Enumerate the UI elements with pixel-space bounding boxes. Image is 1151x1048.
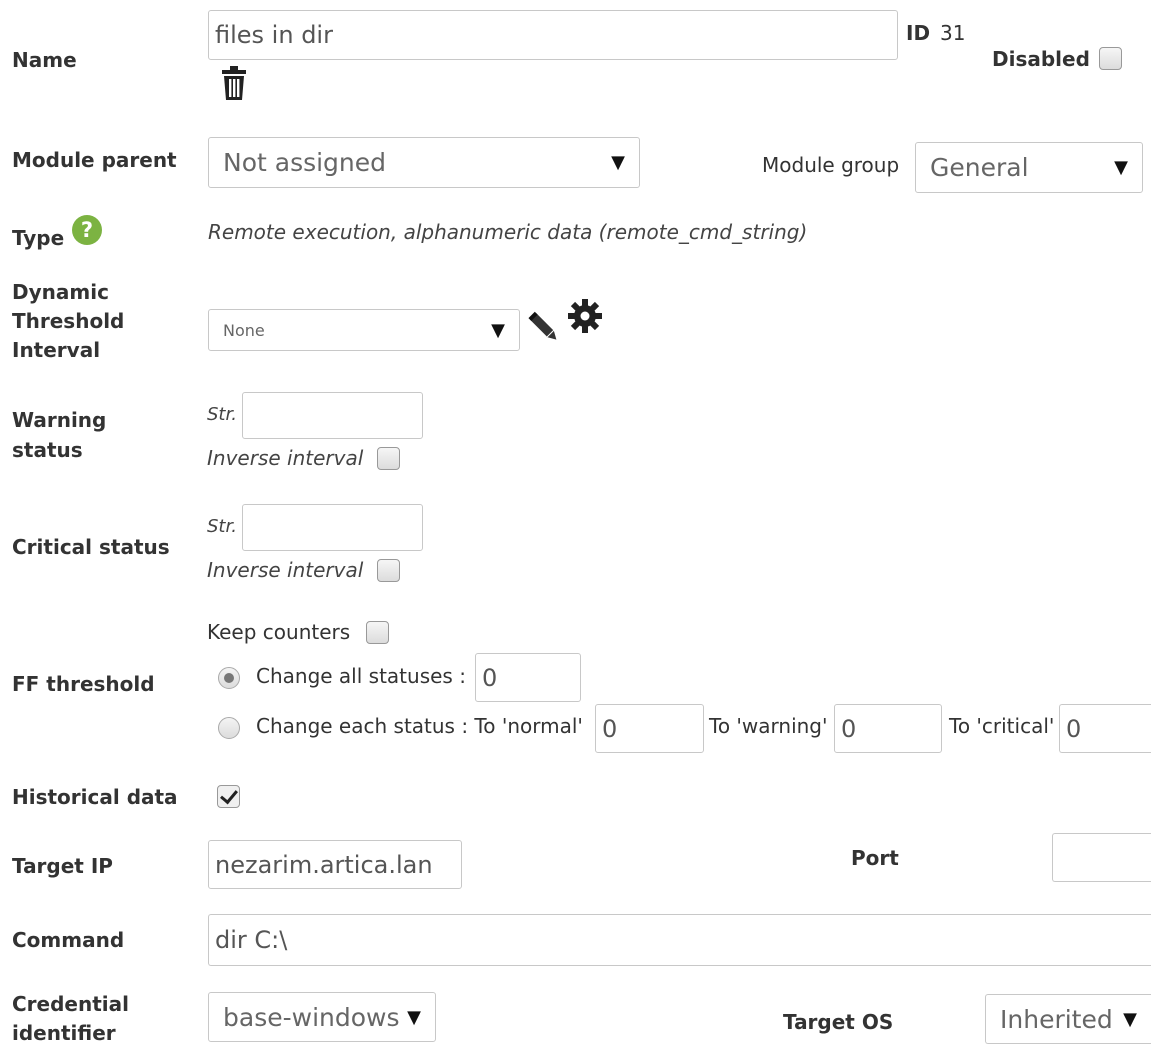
target-os-label: Target OS	[783, 1010, 894, 1034]
dynamic-threshold-label-line: Threshold	[12, 309, 125, 333]
historical-data-checkbox[interactable]	[217, 785, 240, 808]
credential-label: Credential identifier	[12, 990, 129, 1048]
warning-inverse-checkbox[interactable]	[377, 447, 400, 470]
warning-str-label: Str.	[207, 404, 237, 425]
chevron-down-icon: ▼	[611, 152, 625, 173]
dynamic-threshold-label-line: Interval	[12, 338, 101, 362]
critical-str-label: Str.	[207, 516, 237, 537]
command-label: Command	[12, 928, 125, 952]
name-label: Name	[12, 48, 77, 72]
historical-data-label: Historical data	[12, 785, 178, 809]
to-critical-label: To 'critical'	[949, 714, 1055, 738]
change-all-label: Change all statuses :	[256, 664, 466, 688]
critical-str-input[interactable]	[242, 504, 423, 551]
change-each-radio[interactable]	[218, 717, 240, 739]
chevron-down-icon: ▼	[1114, 157, 1128, 178]
module-parent-value: Not assigned	[223, 148, 387, 177]
warning-input[interactable]: 0	[834, 704, 942, 753]
disabled-checkbox[interactable]	[1099, 47, 1122, 70]
module-group-label: Module group	[762, 153, 900, 177]
dynamic-threshold-value: None	[223, 320, 265, 340]
warning-status-label: Warning status	[12, 405, 106, 465]
change-each-label: Change each status : To 'normal'	[256, 714, 583, 738]
target-os-value: Inherited	[1000, 1004, 1113, 1034]
dynamic-threshold-select[interactable]: None ▼	[208, 309, 520, 351]
target-os-select[interactable]: Inherited ▼	[985, 994, 1151, 1044]
module-group-select[interactable]: General ▼	[915, 142, 1143, 193]
module-parent-select[interactable]: Not assigned ▼	[208, 137, 640, 188]
target-ip-input[interactable]: nezarim.artica.lan	[208, 840, 462, 889]
change-all-radio[interactable]	[218, 667, 240, 689]
credential-value: base-windows	[223, 1002, 400, 1032]
gear-icon[interactable]	[565, 296, 605, 336]
chevron-down-icon: ▼	[1123, 1008, 1137, 1030]
dynamic-threshold-label-line: Dynamic	[12, 280, 109, 304]
warning-str-input[interactable]	[242, 392, 423, 439]
credential-label-line: identifier	[12, 1021, 116, 1045]
credential-label-line: Credential	[12, 992, 129, 1016]
warning-status-label-line: Warning	[12, 408, 107, 432]
module-group-value: General	[930, 153, 1029, 182]
pencil-icon[interactable]	[526, 310, 562, 346]
warning-inverse-label: Inverse interval	[207, 446, 364, 470]
type-label: Type	[12, 226, 65, 250]
keep-counters-label: Keep counters	[207, 620, 351, 644]
port-label: Port	[851, 846, 899, 870]
chevron-down-icon: ▼	[407, 1006, 421, 1028]
ff-threshold-label: FF threshold	[12, 672, 155, 696]
id-label: ID	[906, 21, 931, 45]
critical-input[interactable]: 0	[1059, 704, 1151, 753]
name-input[interactable]: files in dir	[208, 10, 898, 60]
chevron-down-icon: ▼	[491, 319, 505, 341]
normal-input[interactable]: 0	[595, 704, 704, 753]
target-ip-label: Target IP	[12, 854, 113, 878]
critical-inverse-checkbox[interactable]	[377, 559, 400, 582]
port-input[interactable]	[1052, 833, 1151, 882]
credential-select[interactable]: base-windows ▼	[208, 992, 436, 1042]
help-icon[interactable]: ?	[72, 215, 102, 245]
to-warning-label: To 'warning'	[709, 714, 828, 738]
change-all-input[interactable]: 0	[475, 653, 581, 702]
warning-status-label-line: status	[12, 438, 83, 462]
module-parent-label: Module parent	[12, 148, 177, 172]
disabled-label: Disabled	[992, 47, 1090, 71]
id-value: 31	[940, 21, 966, 45]
type-value: Remote execution, alphanumeric data (rem…	[208, 220, 808, 244]
dynamic-threshold-label: Dynamic Threshold Interval	[12, 278, 124, 365]
command-input[interactable]: dir C:\	[208, 914, 1151, 966]
keep-counters-checkbox[interactable]	[366, 621, 389, 644]
trash-icon[interactable]	[220, 64, 248, 102]
critical-inverse-label: Inverse interval	[207, 558, 364, 582]
critical-status-label: Critical status	[12, 535, 170, 559]
